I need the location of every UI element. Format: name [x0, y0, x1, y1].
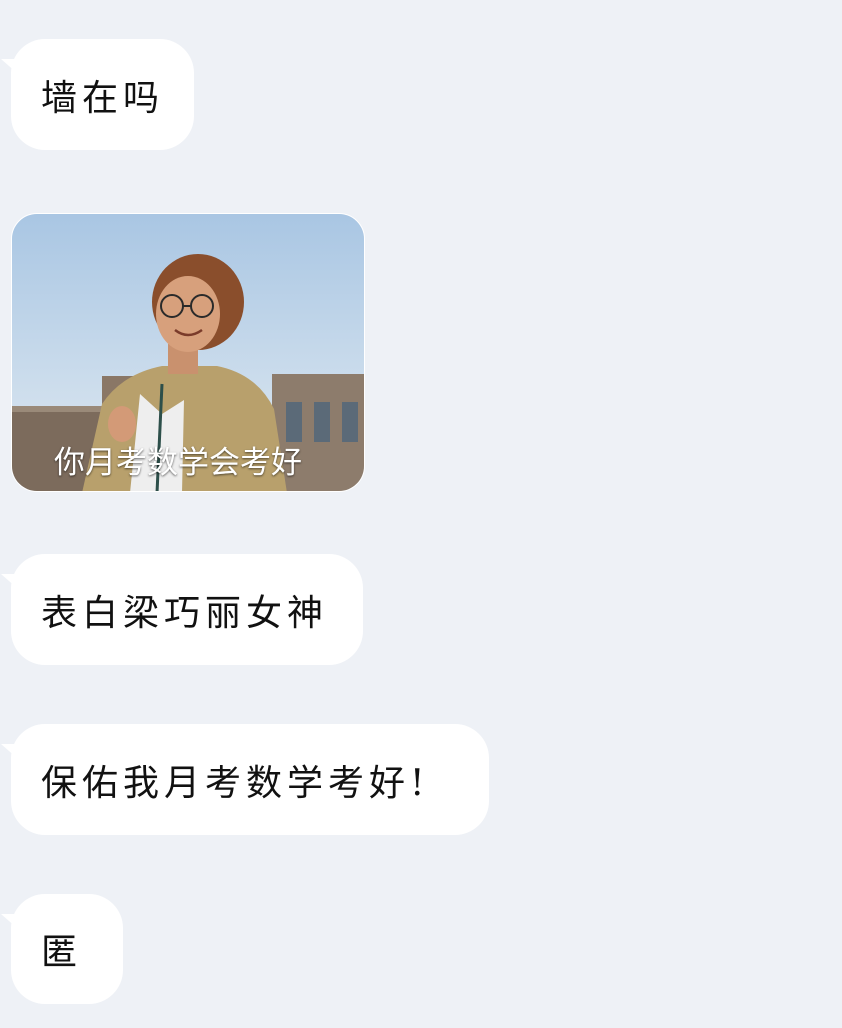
- message-text: 保佑我月考数学考好!: [41, 762, 430, 804]
- bubble-tail: [1, 914, 17, 928]
- message-text: 表白梁巧丽女神: [41, 592, 329, 634]
- message-bubble[interactable]: 匿: [1, 894, 123, 1004]
- bubble-tail: [1, 59, 17, 73]
- bubble-tail: [1, 744, 17, 758]
- message-bubble[interactable]: 表白梁巧丽女神: [1, 554, 363, 665]
- message-bubble[interactable]: 墙在吗: [1, 39, 194, 150]
- chat-message-list: 墙在吗 你月考数学会考好 表白梁巧丽女神 保佑我月考数学考好! 匿: [0, 0, 842, 1028]
- message-bubble[interactable]: 保佑我月考数学考好!: [1, 724, 489, 835]
- image-caption: 你月考数学会考好: [54, 445, 302, 481]
- message-text: 匿: [41, 932, 83, 973]
- bubble-tail: [1, 574, 17, 588]
- message-text: 墙在吗: [41, 77, 165, 119]
- image-message[interactable]: 你月考数学会考好: [11, 213, 365, 492]
